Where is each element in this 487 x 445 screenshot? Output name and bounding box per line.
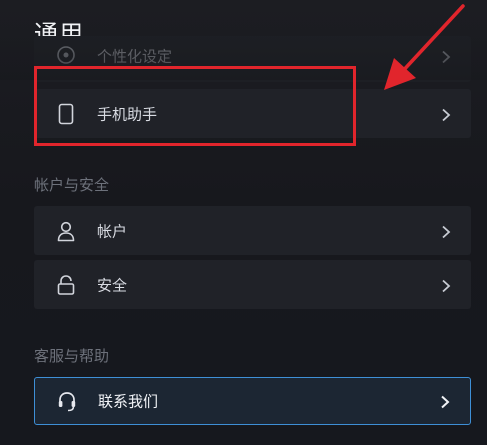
section-title-account-security: 帐户与安全 xyxy=(34,176,110,194)
settings-row-label: 联系我们 xyxy=(98,392,159,411)
settings-row-security[interactable]: 安全 xyxy=(34,260,471,309)
settings-screen: 通用 个性化设定 手机助手 帐户与安全 帐户 安全 客服与帮助 联系我们 xyxy=(0,0,487,445)
settings-row-personalization[interactable]: 个性化设定 xyxy=(34,36,471,82)
settings-row-label: 帐户 xyxy=(97,222,128,240)
section-title-support: 客服与帮助 xyxy=(34,347,110,365)
chevron-right-icon xyxy=(441,107,451,121)
palette-icon xyxy=(56,45,76,67)
settings-row-label: 手机助手 xyxy=(97,105,158,123)
chevron-right-icon xyxy=(441,224,451,238)
chevron-right-icon xyxy=(440,394,450,409)
settings-row-contact-us[interactable]: 联系我们 xyxy=(34,377,471,425)
settings-row-phone-assistant[interactable]: 手机助手 xyxy=(34,89,471,138)
lock-icon xyxy=(56,274,76,296)
user-icon xyxy=(56,220,76,242)
settings-row-label: 个性化设定 xyxy=(97,47,173,66)
chevron-right-icon xyxy=(441,278,451,292)
headset-icon xyxy=(57,390,77,412)
settings-row-label: 安全 xyxy=(97,276,128,294)
settings-row-account[interactable]: 帐户 xyxy=(34,206,471,255)
chevron-right-icon xyxy=(441,49,451,64)
phone-icon xyxy=(56,103,76,125)
